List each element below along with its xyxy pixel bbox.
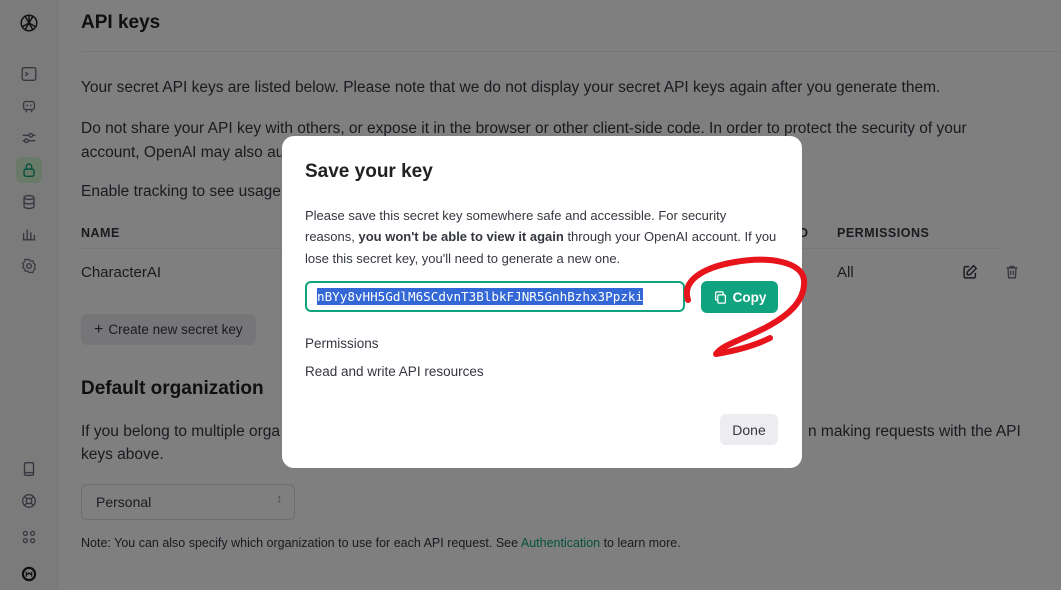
copy-button-label: Copy (732, 289, 767, 305)
permissions-value: Read and write API resources (305, 364, 484, 379)
dialog-text-bold: you won't be able to view it again (358, 229, 564, 245)
secret-key-value[interactable]: nBYy8vHH5GdlM6SCdvnT3BlbkFJNR5GnhBzhx3Pp… (317, 288, 644, 305)
dialog-description: Please save this secret key somewhere sa… (305, 205, 777, 269)
secret-key-field[interactable]: nBYy8vHH5GdlM6SCdvnT3BlbkFJNR5GnhBzhx3Pp… (305, 281, 685, 312)
copy-button[interactable]: Copy (701, 281, 778, 313)
done-button[interactable]: Done (720, 414, 778, 445)
save-key-dialog: Save your key Please save this secret ke… (282, 136, 802, 468)
copy-icon (714, 290, 726, 304)
dialog-title: Save your key (305, 161, 433, 182)
permissions-label: Permissions (305, 336, 379, 351)
